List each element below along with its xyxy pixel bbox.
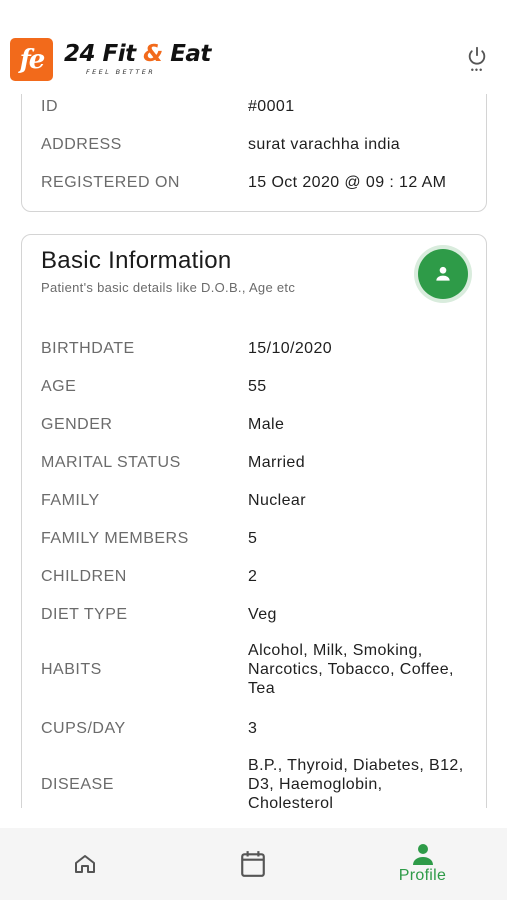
info-row-id: ID #0001 <box>41 97 471 116</box>
row-label: CUPS/DAY <box>41 719 126 737</box>
calendar-icon <box>241 851 265 877</box>
nav-profile-label: Profile <box>398 867 447 884</box>
row-value: 15 Oct 2020 @ 09 : 12 AM <box>248 174 447 191</box>
info-row-registered-on: REGISTERED ON 15 Oct 2020 @ 09 : 12 AM <box>41 173 471 192</box>
row-label: AGE <box>41 377 77 395</box>
row-value: surat varachha india <box>248 136 401 153</box>
nav-calendar[interactable] <box>228 828 278 900</box>
nav-profile[interactable]: Profile <box>385 828 460 900</box>
power-icon <box>468 46 486 65</box>
row-label: DISEASE <box>41 775 114 793</box>
info-row-marital-status: MARITAL STATUS Married <box>41 453 471 472</box>
profile-content[interactable]: ID #0001 ADDRESS surat varachha india RE… <box>0 94 507 808</box>
info-row-cups-per-day: CUPS/DAY 3 <box>41 719 471 738</box>
row-value: #0001 <box>248 98 295 115</box>
row-value: 55 <box>248 378 267 395</box>
basic-information-card: Basic Information Patient's basic detail… <box>21 234 487 808</box>
info-row-family: FAMILY Nuclear <box>41 491 471 510</box>
info-row-family-members: FAMILY MEMBERS 5 <box>41 529 471 548</box>
row-label: GENDER <box>41 415 113 433</box>
row-label: FAMILY MEMBERS <box>41 529 189 547</box>
row-label: ID <box>41 97 58 115</box>
info-row-age: AGE 55 <box>41 377 471 396</box>
brand-name-part1: 24 Fit <box>64 41 144 67</box>
info-row-children: CHILDREN 2 <box>41 567 471 586</box>
row-label: REGISTERED ON <box>41 173 180 191</box>
more-dots-icon: ••• <box>470 65 484 75</box>
info-row-address: ADDRESS surat varachha india <box>41 135 471 154</box>
row-label: BIRTHDATE <box>41 339 135 357</box>
brand-name-part2: Eat <box>162 41 211 67</box>
home-icon <box>75 855 95 873</box>
row-value: Alcohol, Milk, Smoking, Narcotics, Tobac… <box>248 642 454 697</box>
brand-name-amp: & <box>143 41 163 67</box>
brand-tagline: FEEL BETTER <box>86 68 156 76</box>
app-header: fe 24 Fit & Eat FEEL BETTER ••• <box>0 0 507 94</box>
person-icon <box>436 266 450 281</box>
card-title: Basic Information <box>41 247 232 274</box>
row-value: B.P., Thyroid, Diabetes, B12, D3, Haemog… <box>248 757 464 808</box>
row-value: 3 <box>248 720 258 737</box>
row-label: FAMILY <box>41 491 100 509</box>
row-label: MARITAL STATUS <box>41 453 181 471</box>
row-value: 2 <box>248 568 258 585</box>
row-value: Veg <box>248 606 277 623</box>
logo-mark-text: fe <box>19 44 46 75</box>
row-label: HABITS <box>41 660 102 678</box>
edit-profile-button[interactable] <box>418 249 468 299</box>
card-subtitle: Patient's basic details like D.O.B., Age… <box>41 280 296 295</box>
bottom-navigation: Profile <box>0 828 507 900</box>
row-value: Male <box>248 416 285 433</box>
registration-card: ID #0001 ADDRESS surat varachha india RE… <box>21 94 487 212</box>
info-row-birthdate: BIRTHDATE 15/10/2020 <box>41 339 471 358</box>
info-row-disease: DISEASE B.P., Thyroid, Diabetes, B12, D3… <box>41 756 471 808</box>
row-value: 15/10/2020 <box>248 340 333 357</box>
info-row-habits: HABITS Alcohol, Milk, Smoking, Narcotics… <box>41 641 471 698</box>
row-label: ADDRESS <box>41 135 122 153</box>
logout-button[interactable]: ••• <box>465 45 489 77</box>
row-value: 5 <box>248 530 258 547</box>
info-row-gender: GENDER Male <box>41 415 471 434</box>
row-value: Nuclear <box>248 492 306 509</box>
nav-home[interactable] <box>60 828 110 900</box>
row-label: CHILDREN <box>41 567 127 585</box>
info-row-diet-type: DIET TYPE Veg <box>41 605 471 624</box>
brand-wordmark: 24 Fit & Eat FEEL BETTER <box>64 40 211 76</box>
brand-logo-mark: fe <box>10 38 53 81</box>
brand-name: 24 Fit & Eat <box>64 40 211 68</box>
row-label: DIET TYPE <box>41 605 128 623</box>
row-value: Married <box>248 454 306 471</box>
person-icon <box>412 844 433 865</box>
